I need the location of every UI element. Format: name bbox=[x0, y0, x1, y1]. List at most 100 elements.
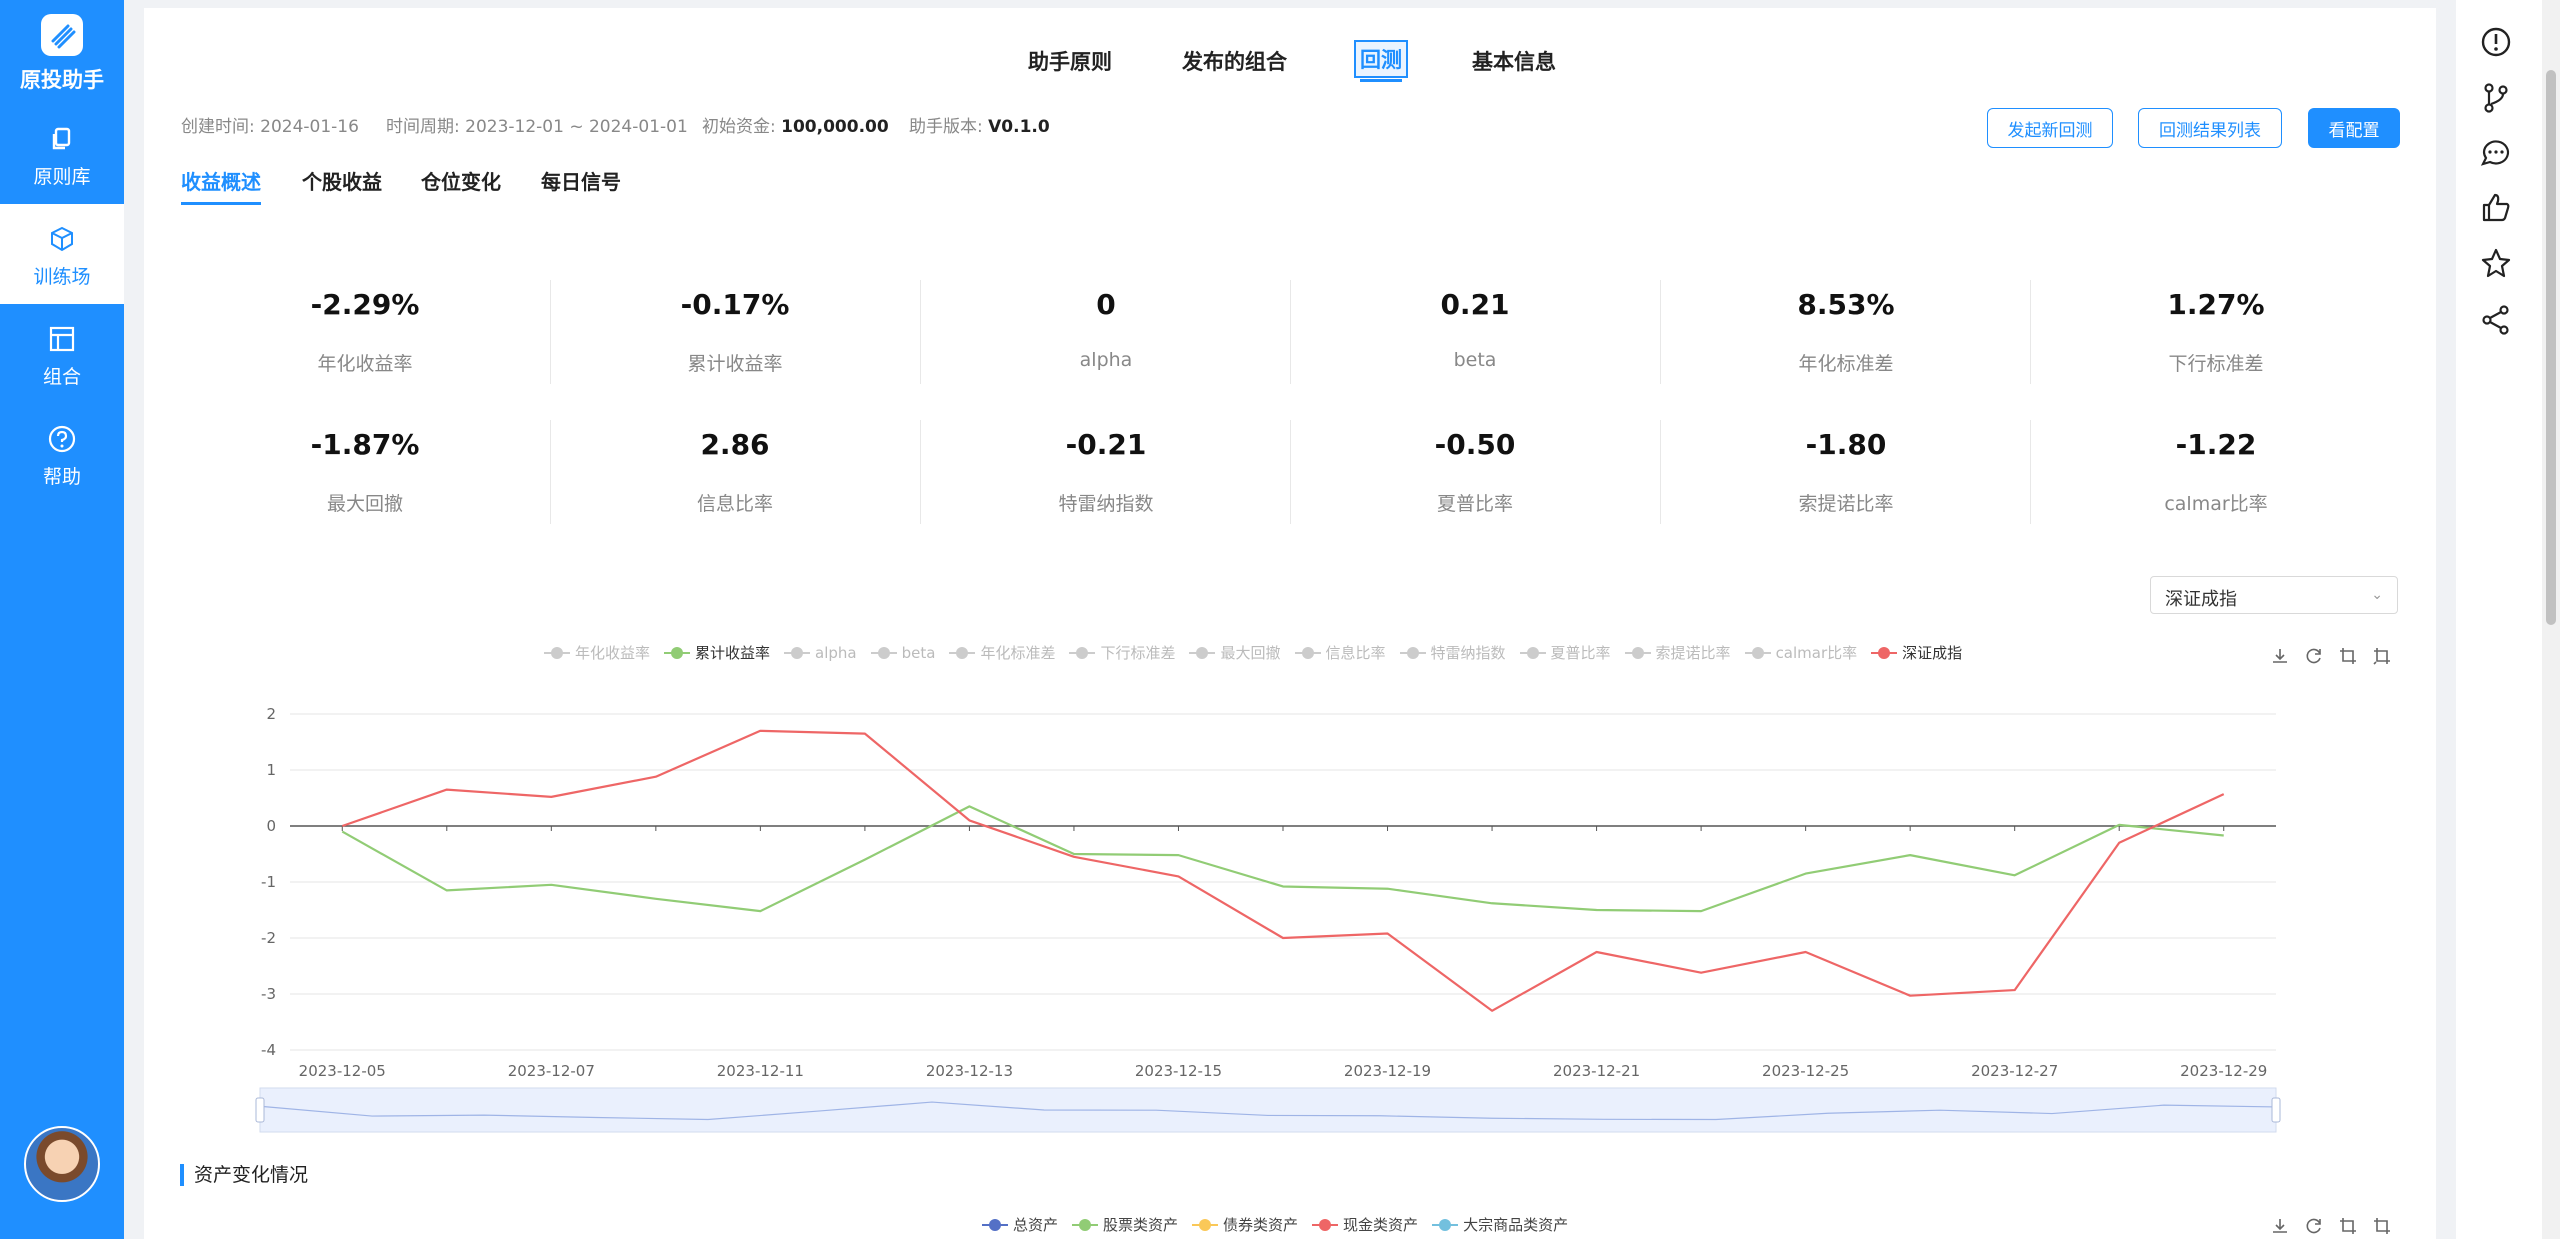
zoom-slider bbox=[259, 1087, 2277, 1133]
legend-item[interactable]: 大宗商品类资产 bbox=[1432, 1214, 1568, 1235]
chart-toolbox bbox=[2270, 646, 2392, 666]
benchmark-select[interactable]: 深证成指 ⌄ bbox=[2150, 576, 2398, 614]
brand-logo-icon bbox=[41, 14, 83, 56]
branch-icon[interactable] bbox=[2478, 80, 2514, 116]
legend-item[interactable]: 最大回撤 bbox=[1189, 642, 1281, 663]
legend-label: 最大回撤 bbox=[1220, 644, 1281, 662]
refresh-icon[interactable] bbox=[2304, 1216, 2324, 1236]
asset-change-title: 资产变化情况 bbox=[180, 1164, 308, 1186]
metric-divider bbox=[550, 280, 551, 384]
legend-item[interactable]: 下行标准差 bbox=[1069, 642, 1175, 663]
legend-label: 年化收益率 bbox=[575, 644, 651, 662]
legend-marker-icon bbox=[1312, 1218, 1339, 1231]
chat-icon[interactable] bbox=[2478, 134, 2514, 170]
tab-stock-returns[interactable]: 个股收益 bbox=[302, 166, 382, 195]
tab-backtest[interactable]: 回测 bbox=[1354, 40, 1408, 82]
metric-card: -1.80 索提诺比率 bbox=[1661, 428, 2031, 516]
legend-item[interactable]: 信息比率 bbox=[1294, 642, 1386, 663]
sidebar-item-help[interactable]: 帮助 bbox=[0, 404, 124, 504]
sidebar-item-library[interactable]: 原则库 bbox=[0, 104, 124, 204]
download-icon[interactable] bbox=[2270, 646, 2290, 666]
legend-marker-icon bbox=[1069, 646, 1096, 659]
metric-value: 0 bbox=[1096, 288, 1116, 321]
metric-label: 年化标准差 bbox=[1798, 353, 1894, 375]
metric-value: -2.29% bbox=[310, 288, 420, 321]
legend-item[interactable]: 总资产 bbox=[982, 1214, 1058, 1235]
y-tick-label: -2 bbox=[261, 929, 276, 947]
tab-daily-signal[interactable]: 每日信号 bbox=[541, 166, 621, 195]
legend-item[interactable]: 累计收益率 bbox=[664, 642, 770, 663]
user-avatar[interactable] bbox=[24, 1126, 100, 1202]
legend-item[interactable]: calmar比率 bbox=[1744, 642, 1857, 663]
y-tick-label: -4 bbox=[261, 1041, 276, 1059]
benchmark-select-value: 深证成指 bbox=[2165, 589, 2237, 610]
legend-marker-icon bbox=[1189, 646, 1216, 659]
page-scrollbar[interactable] bbox=[2542, 0, 2560, 1239]
legend-label: 特雷纳指数 bbox=[1430, 644, 1506, 662]
legend-item[interactable]: 股票类资产 bbox=[1072, 1214, 1178, 1235]
y-tick-label: 2 bbox=[266, 705, 276, 723]
series-line bbox=[341, 805, 2224, 913]
x-tick-label: 2023-12-21 bbox=[1553, 1062, 1640, 1080]
legend-marker-icon bbox=[949, 646, 976, 659]
thumb-up-icon[interactable] bbox=[2478, 190, 2514, 226]
metric-divider bbox=[920, 420, 921, 524]
zoom-reset-icon[interactable] bbox=[2372, 646, 2392, 666]
zoom-handle-right bbox=[2271, 1097, 2281, 1123]
star-icon[interactable] bbox=[2478, 246, 2514, 282]
backtest-line-chart[interactable]: 2 1 0 -1 -2 -3 -4 2023-12-05 2023-12-07 2023-12-1… bbox=[250, 690, 2300, 1140]
metric-card: 8.53% 年化标准差 bbox=[1661, 288, 2031, 376]
legend-item[interactable]: 深证成指 bbox=[1871, 642, 1962, 663]
legend-label: 年化标准差 bbox=[980, 644, 1056, 662]
zoom-icon[interactable] bbox=[2338, 1216, 2358, 1236]
refresh-icon[interactable] bbox=[2304, 646, 2324, 666]
tab-basic-info[interactable]: 基本信息 bbox=[1472, 46, 1556, 76]
legend-item[interactable]: 债券类资产 bbox=[1192, 1214, 1298, 1235]
backtest-results-button[interactable]: 回测结果列表 bbox=[2138, 108, 2282, 148]
metric-value: -0.50 bbox=[1434, 428, 1516, 461]
y-tick-label: 0 bbox=[266, 817, 276, 835]
legend-item[interactable]: 年化标准差 bbox=[949, 642, 1055, 663]
brand[interactable]: 原投助手 bbox=[0, 14, 124, 94]
metric-divider bbox=[920, 280, 921, 384]
metric-card: 0.21 beta bbox=[1290, 288, 1660, 371]
zoom-reset-icon[interactable] bbox=[2372, 1216, 2392, 1236]
alert-icon[interactable] bbox=[2478, 24, 2514, 60]
metric-divider bbox=[2030, 420, 2031, 524]
legend-marker-icon bbox=[1399, 646, 1426, 659]
legend-marker-icon bbox=[1624, 646, 1651, 659]
chart-legend: 年化收益率 累计收益率 alpha beta 年化标准差 下行标准差 最大回撤 信息比率 特雷纳… bbox=[544, 642, 1976, 663]
x-tick-label: 2023-12-11 bbox=[717, 1062, 804, 1080]
metric-card: -0.50 夏普比率 bbox=[1290, 428, 1660, 516]
asset-chart-toolbox bbox=[2270, 1216, 2392, 1236]
x-tick-label: 2023-12-05 bbox=[299, 1062, 386, 1080]
new-backtest-button[interactable]: 发起新回测 bbox=[1987, 108, 2113, 148]
legend-label: 深证成指 bbox=[1902, 644, 1963, 662]
metric-label: 特雷纳指数 bbox=[1058, 493, 1154, 515]
legend-item[interactable]: 现金类资产 bbox=[1312, 1214, 1418, 1235]
share-icon[interactable] bbox=[2478, 302, 2514, 338]
scrollbar-thumb[interactable] bbox=[2546, 70, 2556, 625]
tab-principles[interactable]: 助手原则 bbox=[1028, 46, 1112, 76]
legend-marker-icon bbox=[1871, 646, 1898, 659]
tab-position-change[interactable]: 仓位变化 bbox=[421, 166, 501, 195]
legend-item[interactable]: beta bbox=[870, 642, 935, 663]
legend-marker-icon bbox=[1519, 646, 1546, 659]
metric-divider bbox=[550, 420, 551, 524]
legend-item[interactable]: 特雷纳指数 bbox=[1399, 642, 1506, 663]
legend-item[interactable]: 年化收益率 bbox=[544, 642, 650, 663]
tab-return-overview[interactable]: 收益概述 bbox=[181, 166, 261, 205]
legend-item[interactable]: 索提诺比率 bbox=[1624, 642, 1731, 663]
view-config-button[interactable]: 看配置 bbox=[2308, 108, 2400, 148]
zoom-icon[interactable] bbox=[2338, 646, 2358, 666]
legend-marker-icon bbox=[1072, 1218, 1099, 1231]
sidebar: 原投助手 原则库 训练场 组合 帮助 bbox=[0, 0, 124, 1239]
sidebar-item-training[interactable]: 训练场 bbox=[0, 204, 124, 304]
sidebar-item-portfolio[interactable]: 组合 bbox=[0, 304, 124, 404]
metric-card: 1.27% 下行标准差 bbox=[2031, 288, 2401, 376]
tab-published-portfolio[interactable]: 发布的组合 bbox=[1182, 46, 1287, 76]
legend-item[interactable]: 夏普比率 bbox=[1519, 642, 1611, 663]
download-icon[interactable] bbox=[2270, 1216, 2290, 1236]
time-period: 时间周期: 2023-12-01 ~ 2024-01-01 bbox=[386, 117, 688, 137]
legend-item[interactable]: alpha bbox=[784, 642, 857, 663]
